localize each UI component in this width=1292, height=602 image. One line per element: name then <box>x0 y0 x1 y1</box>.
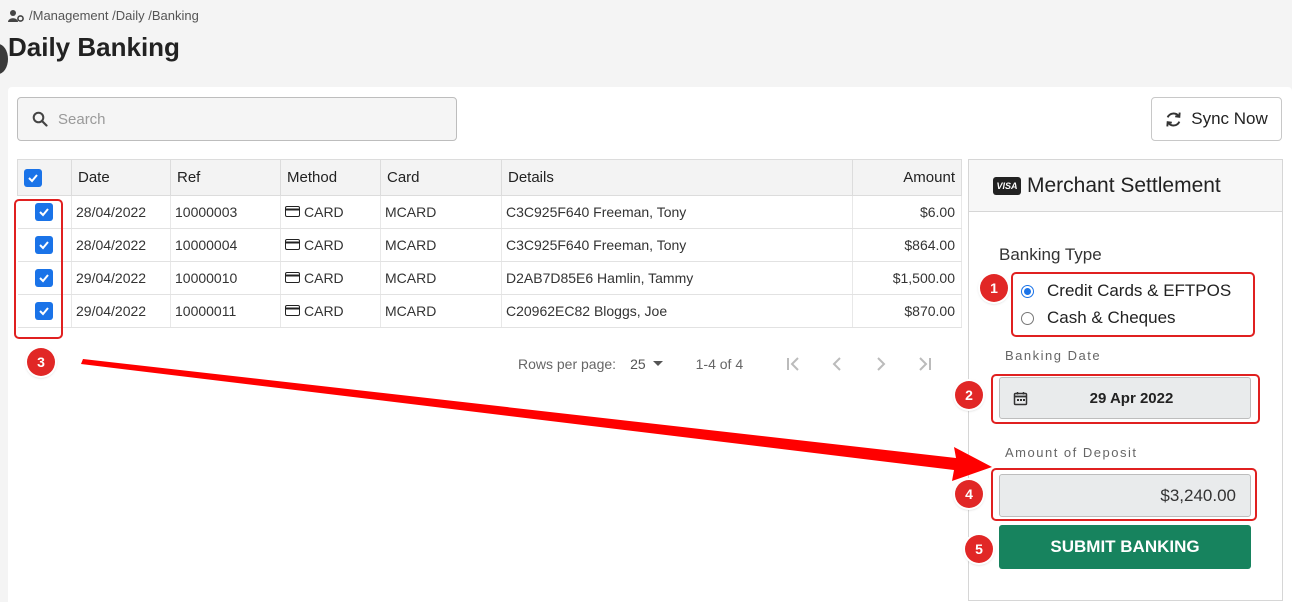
cell-card: MCARD <box>380 228 502 262</box>
annotation-highlight-checkboxes <box>14 199 63 339</box>
cell-method: CARD <box>280 195 381 229</box>
method-label: CARD <box>304 203 344 220</box>
deposit-label: Amount of Deposit <box>1005 445 1138 460</box>
annotation-highlight-banking-date <box>991 374 1260 424</box>
sync-now-label: Sync Now <box>1191 109 1268 128</box>
breadcrumb-text[interactable]: /Management /Daily /Banking <box>29 8 199 23</box>
annotation-marker-4: 4 <box>955 480 983 508</box>
cell-date: 29/04/2022 <box>71 294 171 328</box>
caret-down-icon <box>652 361 663 366</box>
annotation-highlight-banking-type <box>1011 272 1255 337</box>
cell-card: MCARD <box>380 261 502 295</box>
cell-ref: 10000003 <box>170 195 281 229</box>
credit-card-icon <box>285 305 300 317</box>
next-page-icon[interactable] <box>871 354 891 374</box>
visa-card-icon: VISA <box>993 176 1021 195</box>
credit-card-icon <box>285 239 300 251</box>
first-page-icon[interactable] <box>783 354 803 374</box>
credit-card-icon <box>285 272 300 284</box>
cell-amount: $1,500.00 <box>852 261 962 295</box>
cell-method: CARD <box>280 294 381 328</box>
annotation-highlight-deposit <box>991 468 1257 521</box>
pagination-range: 1-4 of 4 <box>695 356 744 372</box>
column-header-method[interactable]: Method <box>280 159 381 196</box>
select-all-header <box>17 159 72 196</box>
rows-per-page-select[interactable]: 25 <box>630 356 664 372</box>
pagination: Rows per page: 25 1-4 of 4 <box>518 352 935 376</box>
cell-amount: $870.00 <box>852 294 962 328</box>
annotation-marker-1: 1 <box>980 274 1008 302</box>
cell-ref: 10000011 <box>170 294 281 328</box>
annotation-marker-2: 2 <box>955 381 983 409</box>
cell-details: D2AB7D85E6 Hamlin, Tammy <box>501 261 853 295</box>
cell-card: MCARD <box>380 195 502 229</box>
breadcrumb: /Management /Daily /Banking <box>8 8 199 23</box>
annotation-marker-5: 5 <box>965 535 993 563</box>
credit-card-icon <box>285 206 300 218</box>
cell-amount: $6.00 <box>852 195 962 229</box>
cell-card: MCARD <box>380 294 502 328</box>
method-label: CARD <box>304 269 344 286</box>
column-header-date[interactable]: Date <box>71 159 171 196</box>
cell-details: C3C925F640 Freeman, Tony <box>501 195 853 229</box>
table-row[interactable]: 29/04/2022 10000010 CARD MCARD D2AB7D85E… <box>17 261 962 295</box>
cell-ref: 10000010 <box>170 261 281 295</box>
method-label: CARD <box>304 302 344 319</box>
panel-title: Merchant Settlement <box>1027 173 1221 197</box>
search-icon <box>32 111 48 127</box>
banking-type-label: Banking Type <box>999 245 1102 264</box>
cell-details: C3C925F640 Freeman, Tony <box>501 228 853 262</box>
cell-ref: 10000004 <box>170 228 281 262</box>
table-header-row: Date Ref Method Card Details Amount <box>17 159 962 196</box>
column-header-details[interactable]: Details <box>501 159 853 196</box>
table-row[interactable]: 28/04/2022 10000004 CARD MCARD C3C925F64… <box>17 228 962 262</box>
transactions-table: Date Ref Method Card Details Amount 28/0… <box>17 159 962 328</box>
search-box[interactable] <box>17 97 457 141</box>
cell-method: CARD <box>280 228 381 262</box>
table-row[interactable]: 28/04/2022 10000003 CARD MCARD C3C925F64… <box>17 195 962 229</box>
search-input[interactable] <box>58 110 438 128</box>
check-icon <box>28 173 38 182</box>
cell-date: 28/04/2022 <box>71 228 171 262</box>
cell-method: CARD <box>280 261 381 295</box>
banking-date-label: Banking Date <box>1005 348 1102 363</box>
column-header-card[interactable]: Card <box>380 159 502 196</box>
submit-banking-button[interactable]: SUBMIT BANKING <box>999 525 1251 569</box>
select-all-checkbox[interactable] <box>24 168 42 187</box>
rows-per-page-value: 25 <box>630 356 646 372</box>
method-label: CARD <box>304 236 344 253</box>
cell-date: 29/04/2022 <box>71 261 171 295</box>
column-header-ref[interactable]: Ref <box>170 159 281 196</box>
last-page-icon[interactable] <box>915 354 935 374</box>
annotation-marker-3: 3 <box>27 348 55 376</box>
users-gear-icon <box>8 9 24 22</box>
table-row[interactable]: 29/04/2022 10000011 CARD MCARD C20962EC8… <box>17 294 962 328</box>
side-drawer-handle[interactable] <box>0 44 8 74</box>
cell-amount: $864.00 <box>852 228 962 262</box>
rows-per-page-label: Rows per page: <box>518 356 617 372</box>
panel-header: VISA Merchant Settlement <box>969 160 1282 212</box>
sync-now-button[interactable]: Sync Now <box>1151 97 1282 141</box>
cell-date: 28/04/2022 <box>71 195 171 229</box>
refresh-icon <box>1166 112 1181 126</box>
column-header-amount[interactable]: Amount <box>852 159 962 196</box>
page-title: Daily Banking <box>8 32 180 62</box>
pagination-nav <box>783 354 935 374</box>
previous-page-icon[interactable] <box>827 354 847 374</box>
cell-details: C20962EC82 Bloggs, Joe <box>501 294 853 328</box>
